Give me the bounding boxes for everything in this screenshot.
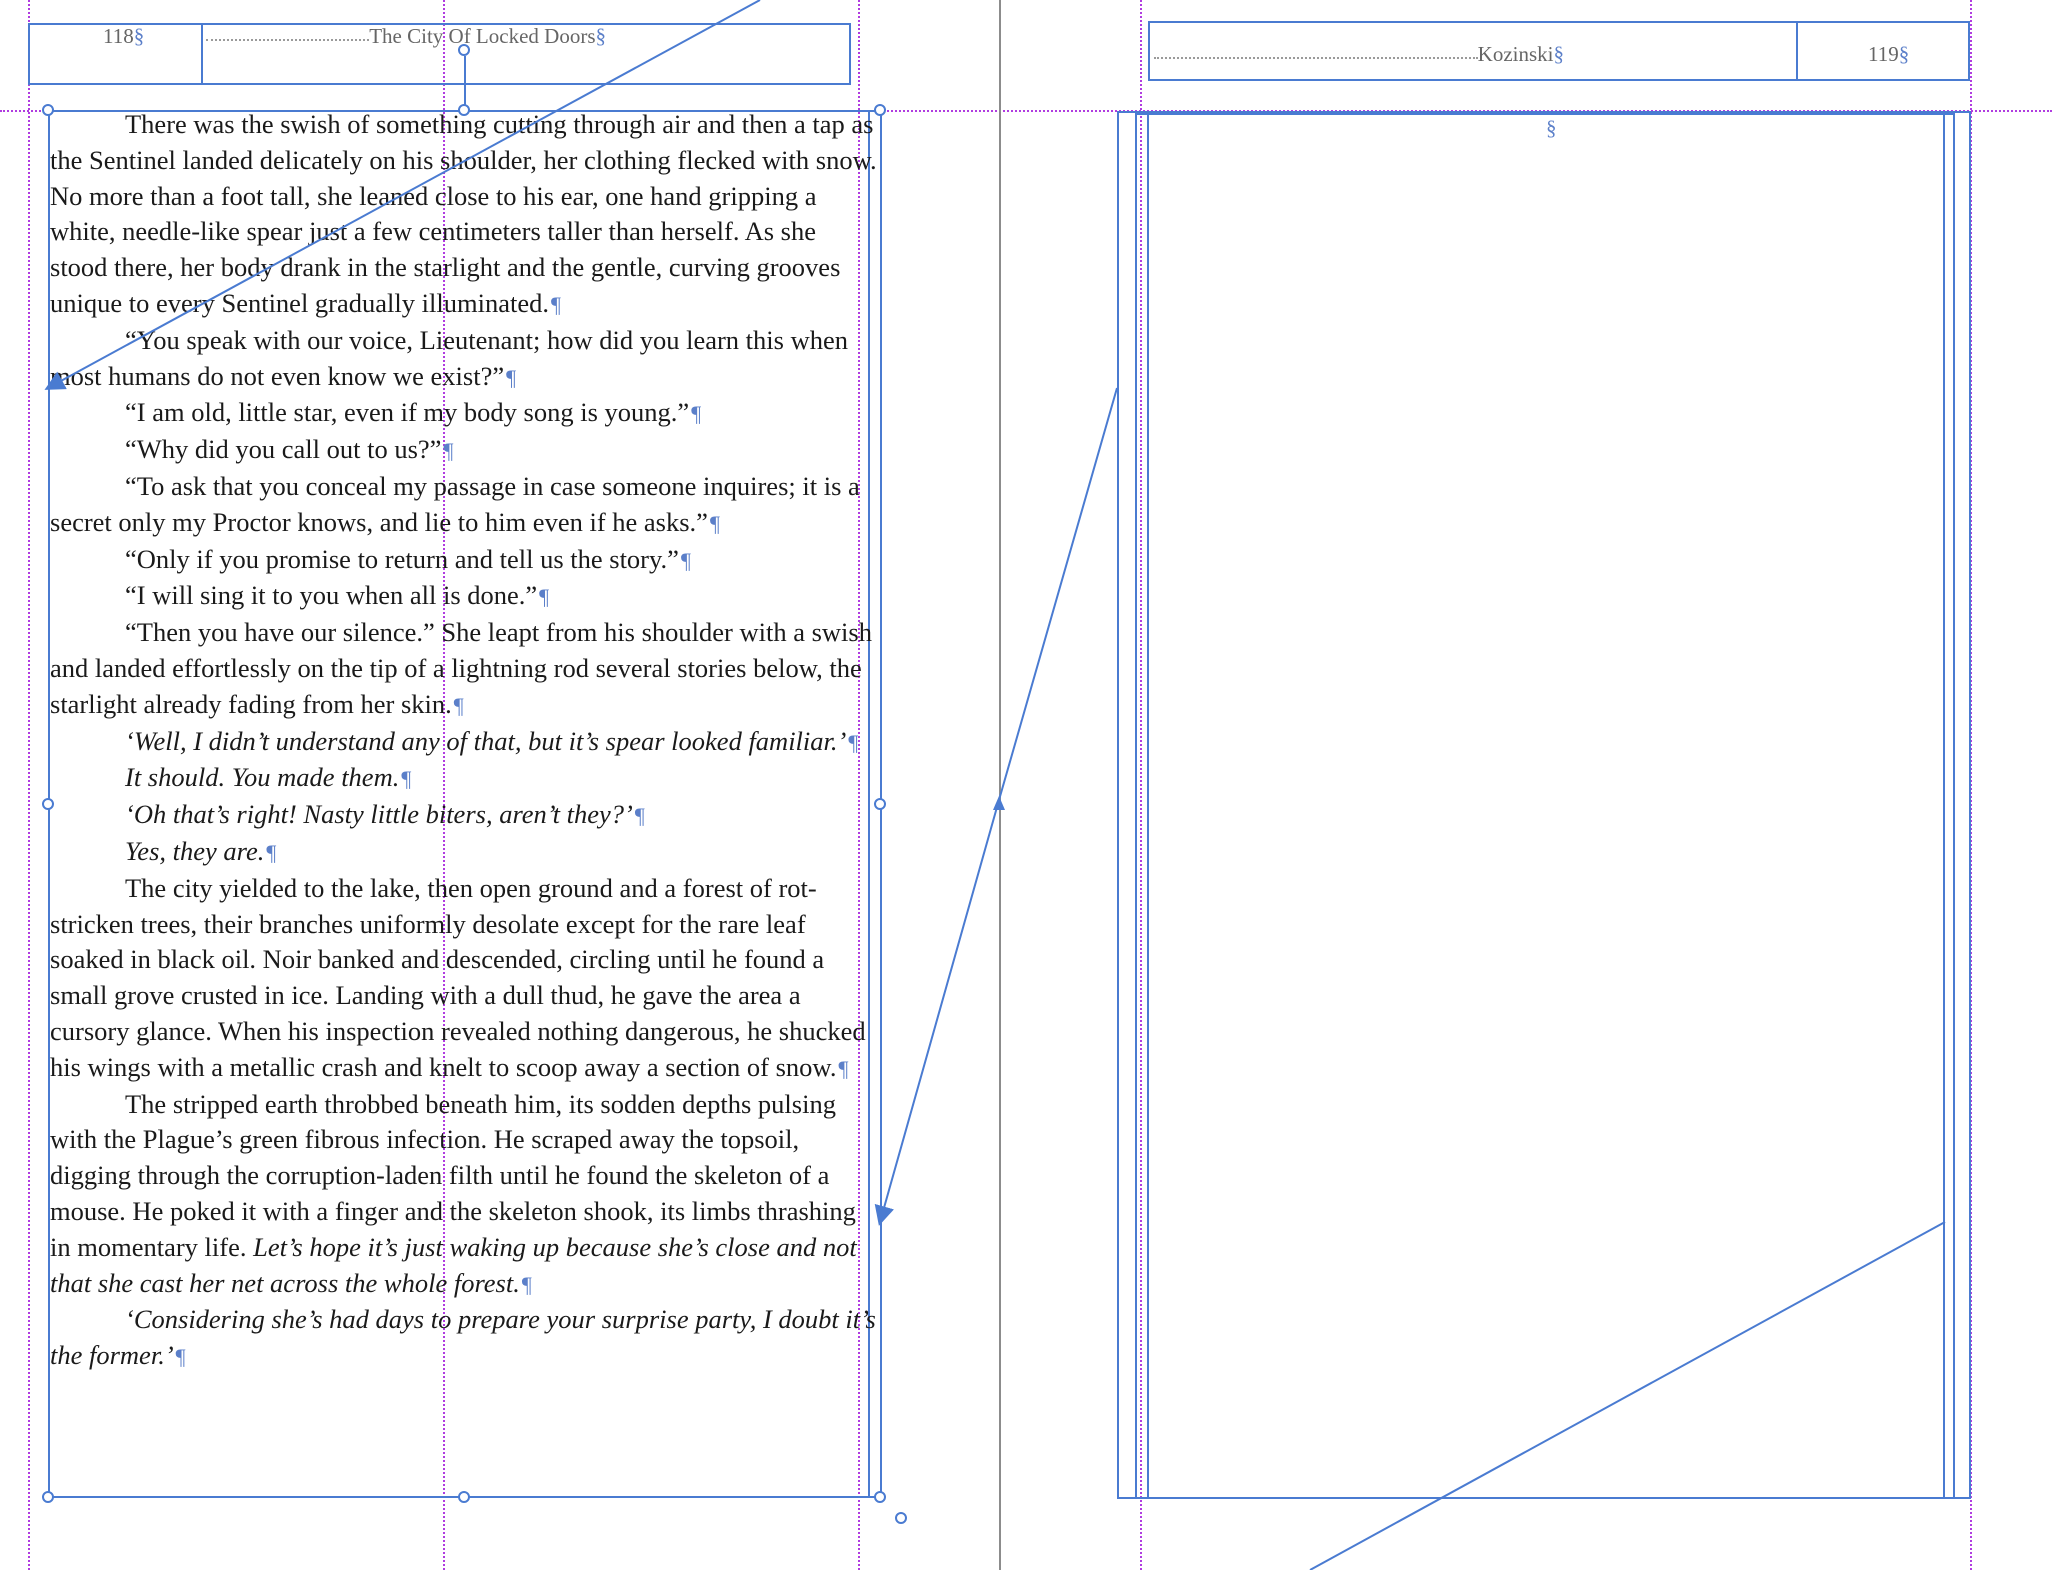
thread-out-line [1309,1221,1946,1570]
text-thread-overlay [44,0,1946,1570]
thread-midpoint-arrow [993,796,1005,810]
thread-in-line [44,0,761,390]
